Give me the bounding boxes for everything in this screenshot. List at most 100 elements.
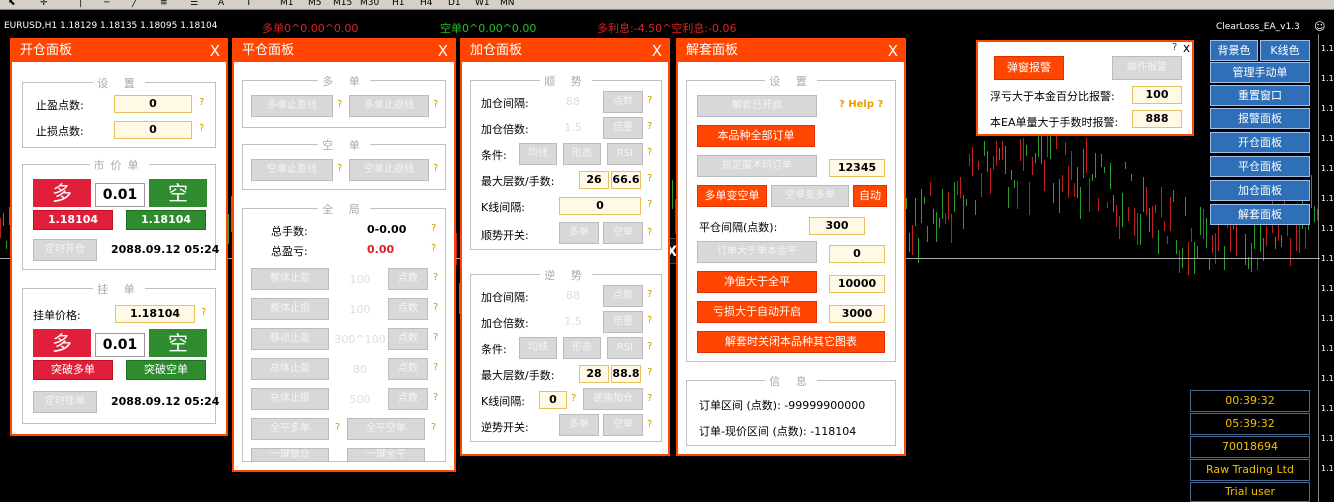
trend-rsi-button[interactable]: RSI [607, 143, 643, 165]
close-panel-button[interactable]: 平仓面板 [1210, 156, 1310, 177]
one-click-close-button[interactable]: 一键全平 [347, 448, 425, 462]
tf-m30[interactable]: M30 [360, 0, 379, 8]
total-sl-unit-button[interactable]: 点数 [388, 388, 428, 410]
counter-interval-value[interactable]: 88 [551, 289, 595, 302]
close-all-short-button[interactable]: 全平空单 [347, 418, 425, 440]
crosshair-icon[interactable]: ✛ [40, 0, 48, 8]
counter-rsi-button[interactable]: RSI [607, 337, 643, 359]
trend-double-button[interactable]: 倍量 [603, 117, 643, 139]
reset-window-button[interactable]: 重置窗口 [1210, 85, 1310, 106]
text-tool-icon[interactable]: A [218, 0, 224, 8]
alert-close-button[interactable]: x [1183, 41, 1190, 55]
overall-sl-button[interactable]: 整体止损 [251, 298, 329, 320]
help-link[interactable]: ? Help ? [839, 99, 883, 110]
trend-short-switch-button[interactable]: 空单 [603, 222, 643, 244]
help-icon[interactable]: ? [199, 123, 204, 134]
tf-w1[interactable]: W1 [475, 0, 490, 8]
unlock-enabled-button[interactable]: 解套已开启 [697, 95, 817, 117]
total-sl-value[interactable]: 500 [331, 393, 389, 406]
help-icon[interactable]: ? [647, 121, 652, 132]
close-other-charts-button[interactable]: 解套时关闭本品种其它图表 [697, 331, 885, 353]
tf-h4[interactable]: H4 [420, 0, 433, 8]
add-panel-close-button[interactable]: X [652, 40, 662, 62]
help-icon[interactable]: ? [647, 341, 652, 352]
manage-manual-orders-button[interactable]: 管理手动单 [1210, 62, 1310, 83]
pending-sell-button[interactable]: 空 [149, 329, 207, 357]
help-icon[interactable]: ? [431, 422, 436, 433]
help-icon[interactable]: ? [201, 307, 206, 318]
tp-input[interactable]: 0 [114, 95, 192, 113]
open-panel-button[interactable]: 开仓面板 [1210, 132, 1310, 153]
help-icon[interactable]: ? [647, 367, 652, 378]
total-tp-button[interactable]: 总体止盈 [251, 358, 329, 380]
tf-h1[interactable]: H1 [392, 0, 405, 8]
short-tp-line-button[interactable]: 空单止盈线 [251, 159, 333, 181]
kline-color-button[interactable]: K线色 [1260, 40, 1310, 61]
overall-tp-button[interactable]: 整体止盈 [251, 268, 329, 290]
help-icon[interactable]: ? [647, 95, 652, 106]
one-click-lock-button[interactable]: 一键锁仓 [251, 448, 329, 462]
trend-long-switch-button[interactable]: 多单 [559, 222, 599, 244]
help-icon[interactable]: ? [647, 315, 652, 326]
order-gt-principal-input[interactable]: 0 [829, 245, 885, 263]
tf-mn[interactable]: MN [500, 0, 515, 8]
alert-help-icon[interactable]: ? [1172, 42, 1177, 53]
short-to-long-button[interactable]: 空单变多单 [771, 185, 849, 207]
help-icon[interactable]: ? [433, 99, 438, 110]
timed-pending-button[interactable]: 定时挂单 [33, 391, 97, 413]
total-sl-button[interactable]: 总体止损 [251, 388, 329, 410]
help-icon[interactable]: ? [433, 392, 438, 403]
pending-lot-input[interactable]: 0.01 [95, 333, 145, 357]
overall-sl-value[interactable]: 100 [331, 303, 389, 316]
popup-alert-button[interactable]: 弹窗报警 [994, 56, 1064, 80]
trend-pattern-button[interactable]: 形态 [563, 143, 601, 165]
alert-panel-button[interactable]: 报警面板 [1210, 108, 1310, 129]
help-icon[interactable]: ? [337, 99, 342, 110]
help-icon[interactable]: ? [647, 289, 652, 300]
help-icon[interactable]: ? [433, 272, 438, 283]
mail-alert-button[interactable]: 邮件报警 [1112, 56, 1182, 80]
help-icon[interactable]: ? [431, 223, 436, 234]
trend-ma-button[interactable]: 均线 [519, 143, 557, 165]
trend-multiple-value[interactable]: 1.5 [551, 121, 595, 134]
magic-number-input[interactable]: 12345 [829, 159, 885, 177]
bg-color-button[interactable]: 背景色 [1210, 40, 1258, 61]
counter-multiple-value[interactable]: 1.5 [551, 315, 595, 328]
float-loss-input[interactable]: 100 [1132, 86, 1182, 104]
trailing-tp-unit-button[interactable]: 点数 [388, 328, 428, 350]
tf-d1[interactable]: D1 [448, 0, 461, 8]
magic-orders-button[interactable]: 指定魔术码订单 [697, 155, 817, 177]
unlock-panel-close-button[interactable]: X [888, 40, 898, 62]
counter-kline-input[interactable]: 0 [539, 391, 567, 409]
fibo-icon[interactable]: ☰ [190, 0, 198, 8]
close-all-long-button[interactable]: 全平多单 [251, 418, 329, 440]
help-icon[interactable]: ? [647, 199, 652, 210]
help-icon[interactable]: ? [647, 393, 652, 404]
trend-interval-unit-button[interactable]: 点数 [603, 91, 643, 113]
sell-price-button[interactable]: 1.18104 [126, 210, 206, 230]
help-icon[interactable]: ? [335, 422, 340, 433]
overall-tp-unit-button[interactable]: 点数 [388, 268, 428, 290]
help-icon[interactable]: ? [433, 332, 438, 343]
help-icon[interactable]: ? [199, 97, 204, 108]
long-to-short-button[interactable]: 多单变空单 [697, 185, 767, 207]
help-icon[interactable]: ? [647, 227, 652, 238]
help-icon[interactable]: ? [647, 147, 652, 158]
short-sl-line-button[interactable]: 空单止损线 [349, 159, 429, 181]
trendline-icon[interactable]: ╱ [132, 0, 137, 8]
counter-max-layers-input[interactable]: 28 [579, 365, 609, 383]
total-tp-value[interactable]: 80 [331, 363, 389, 376]
order-gt-principal-button[interactable]: 订单大于单本金平 [697, 241, 817, 263]
auto-button[interactable]: 自动 [853, 185, 887, 207]
counter-pattern-button[interactable]: 形态 [563, 337, 601, 359]
single-lot-input[interactable]: 888 [1132, 110, 1182, 128]
help-icon[interactable]: ? [647, 173, 652, 184]
long-sl-line-button[interactable]: 多单止损线 [349, 95, 429, 117]
help-icon[interactable]: ? [433, 163, 438, 174]
trailing-tp-button[interactable]: 移动止盈 [251, 328, 329, 350]
close-panel-close-button[interactable]: X [438, 40, 448, 62]
close-interval-input[interactable]: 300 [809, 217, 865, 235]
trailing-tp-value[interactable]: 300^100 [331, 333, 389, 346]
open-panel-close-button[interactable]: X [210, 40, 220, 62]
trend-interval-value[interactable]: 88 [551, 95, 595, 108]
